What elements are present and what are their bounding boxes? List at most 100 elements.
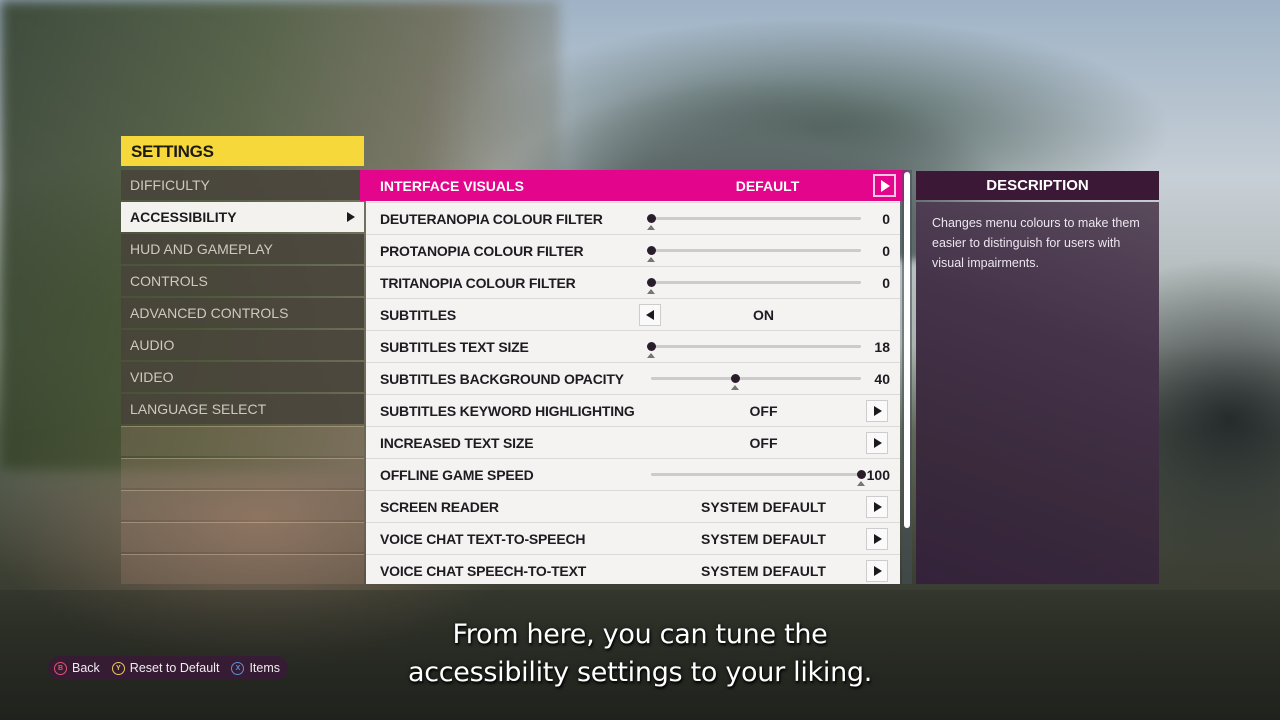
- setting-value: OFF: [749, 403, 778, 419]
- hint-label: Reset to Default: [129, 661, 220, 675]
- slider-knob[interactable]: [647, 342, 656, 351]
- controller-x-button-icon: X: [231, 661, 245, 675]
- arrow-right-icon: [874, 406, 882, 416]
- setting-row-protanopia-colour-filter[interactable]: PROTANOPIA COLOUR FILTER 0: [366, 234, 900, 266]
- setting-label: SUBTITLES: [380, 307, 456, 323]
- setting-row-subtitles-keyword-highlighting[interactable]: SUBTITLES KEYWORD HIGHLIGHTING OFF: [366, 394, 900, 426]
- setting-label: VOICE CHAT SPEECH-TO-TEXT: [380, 563, 587, 579]
- sidebar-item-label: AUDIO: [130, 337, 175, 353]
- default-marker-icon: [647, 257, 655, 262]
- interface-visuals-row[interactable]: INTERFACE VISUALS DEFAULT: [360, 170, 907, 201]
- setting-row-subtitles-background-opacity[interactable]: SUBTITLES BACKGROUND OPACITY 40: [366, 362, 900, 394]
- arrow-right-icon: [874, 502, 882, 512]
- setting-label: SUBTITLES KEYWORD HIGHLIGHTING: [380, 403, 635, 419]
- subtitles-text-size-slider[interactable]: [647, 339, 861, 358]
- slider-knob[interactable]: [647, 278, 656, 287]
- default-marker-icon: [731, 385, 739, 390]
- voice-chat-text-to-speech-next-button[interactable]: [866, 528, 888, 550]
- sidebar-item-label: HUD AND GAMEPLAY: [130, 241, 273, 257]
- slider-track[interactable]: [651, 473, 861, 476]
- slider-knob[interactable]: [731, 374, 740, 383]
- sidebar-item-hud-and-gameplay[interactable]: HUD AND GAMEPLAY: [121, 234, 364, 264]
- controller-b-button-icon: B: [54, 661, 67, 675]
- default-marker-icon: [647, 289, 655, 294]
- setting-label: DEUTERANOPIA COLOUR FILTER: [380, 211, 603, 227]
- setting-row-tritanopia-colour-filter[interactable]: TRITANOPIA COLOUR FILTER 0: [366, 266, 900, 298]
- slider-track[interactable]: [655, 217, 861, 220]
- deuteranopia-colour-filter-slider[interactable]: [647, 211, 861, 230]
- hint-back[interactable]: B Back: [54, 661, 100, 675]
- setting-label: TRITANOPIA COLOUR FILTER: [380, 275, 576, 291]
- setting-row-offline-game-speed[interactable]: OFFLINE GAME SPEED 100: [366, 458, 900, 490]
- hint-reset-to-default[interactable]: Y Reset to Default: [111, 661, 220, 675]
- slider-knob[interactable]: [647, 246, 656, 255]
- sidebar-item-audio[interactable]: AUDIO: [121, 330, 364, 360]
- slider-track[interactable]: [655, 345, 861, 348]
- setting-value: OFF: [749, 435, 778, 451]
- sidebar-item-advanced-controls[interactable]: ADVANCED CONTROLS: [121, 298, 364, 328]
- setting-row-deuteranopia-colour-filter[interactable]: DEUTERANOPIA COLOUR FILTER 0: [366, 202, 900, 234]
- setting-row-subtitles-text-size[interactable]: SUBTITLES TEXT SIZE 18: [366, 330, 900, 362]
- setting-label: SCREEN READER: [380, 499, 499, 515]
- setting-label: SUBTITLES TEXT SIZE: [380, 339, 529, 355]
- subtitle-caption: From here, you can tune the accessibilit…: [340, 616, 940, 692]
- hint-items[interactable]: X Items: [231, 661, 280, 675]
- controller-y-button-icon: Y: [111, 661, 125, 675]
- slider-track[interactable]: [651, 377, 861, 380]
- sidebar-item-controls[interactable]: CONTROLS: [121, 266, 364, 296]
- setting-row-screen-reader[interactable]: SCREEN READER SYSTEM DEFAULT: [366, 490, 900, 522]
- setting-row-subtitles[interactable]: SUBTITLES ON: [366, 298, 900, 330]
- subtitles-background-opacity-slider[interactable]: [651, 371, 861, 390]
- setting-row-voice-chat-speech-to-text[interactable]: VOICE CHAT SPEECH-TO-TEXT SYSTEM DEFAULT: [366, 554, 900, 586]
- sidebar-item-label: VIDEO: [130, 369, 174, 385]
- interface-visuals-next-button[interactable]: [873, 174, 896, 197]
- settings-category-list: DIFFICULTY ACCESSIBILITY HUD AND GAMEPLAY C…: [121, 170, 364, 586]
- caption-line-2: accessibility settings to your liking.: [407, 657, 873, 688]
- screen-reader-next-button[interactable]: [866, 496, 888, 518]
- default-marker-icon: [857, 481, 865, 486]
- sidebar-item-label: ACCESSIBILITY: [130, 209, 237, 225]
- arrow-left-icon: [646, 310, 654, 320]
- chevron-right-icon: [347, 212, 355, 222]
- setting-value: SYSTEM DEFAULT: [701, 563, 826, 579]
- slider-track[interactable]: [655, 281, 861, 284]
- sidebar-item-accessibility[interactable]: ACCESSIBILITY: [121, 202, 364, 232]
- sidebar-empty-slot: [121, 458, 364, 488]
- sidebar-item-language-select[interactable]: LANGUAGE SELECT: [121, 394, 364, 424]
- setting-row-increased-text-size[interactable]: INCREASED TEXT SIZE OFF: [366, 426, 900, 458]
- description-panel: Changes menu colours to make them easier…: [916, 202, 1159, 584]
- interface-visuals-value: DEFAULT: [735, 178, 800, 194]
- increased-text-size-next-button[interactable]: [866, 432, 888, 454]
- offline-game-speed-slider[interactable]: [651, 467, 866, 486]
- slider-track[interactable]: [655, 249, 861, 252]
- subtitles-keyword-highlighting-next-button[interactable]: [866, 400, 888, 422]
- default-marker-icon: [647, 353, 655, 358]
- sidebar-item-label: LANGUAGE SELECT: [130, 401, 267, 417]
- setting-value: 40: [874, 371, 890, 387]
- description-title: DESCRIPTION: [916, 171, 1159, 200]
- slider-knob[interactable]: [857, 470, 866, 479]
- voice-chat-speech-to-text-next-button[interactable]: [866, 560, 888, 582]
- setting-value: 100: [866, 467, 890, 483]
- sidebar-empty-slot: [121, 426, 364, 456]
- sidebar-item-label: CONTROLS: [130, 273, 208, 289]
- arrow-right-icon: [874, 438, 882, 448]
- sidebar-item-video[interactable]: VIDEO: [121, 362, 364, 392]
- arrow-right-icon: [881, 180, 890, 192]
- protanopia-colour-filter-slider[interactable]: [647, 243, 861, 262]
- subtitles-previous-button[interactable]: [639, 304, 661, 326]
- tritanopia-colour-filter-slider[interactable]: [647, 275, 861, 294]
- arrow-right-icon: [874, 566, 882, 576]
- sidebar-item-difficulty[interactable]: DIFFICULTY: [121, 170, 364, 200]
- setting-row-voice-chat-text-to-speech[interactable]: VOICE CHAT TEXT-TO-SPEECH SYSTEM DEFAULT: [366, 522, 900, 554]
- scrollbar-thumb[interactable]: [904, 172, 910, 528]
- hint-label: Items: [249, 661, 280, 675]
- setting-value: 0: [882, 275, 890, 291]
- setting-value: 0: [882, 211, 890, 227]
- slider-knob[interactable]: [647, 214, 656, 223]
- setting-value: 18: [874, 339, 890, 355]
- setting-value: 0: [882, 243, 890, 259]
- sidebar-empty-slot: [121, 522, 364, 552]
- settings-title: SETTINGS: [121, 136, 364, 166]
- sidebar-empty-slot: [121, 554, 364, 584]
